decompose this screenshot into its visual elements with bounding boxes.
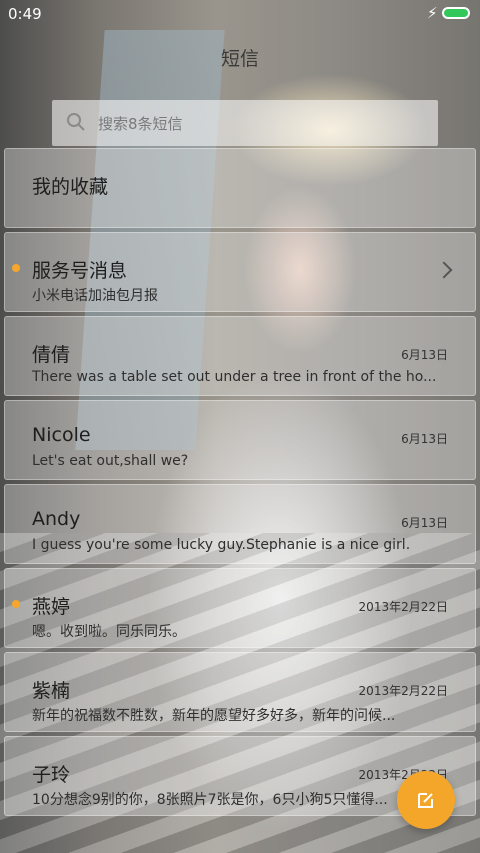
bolt-icon: ⚡ [427, 4, 438, 22]
page-title: 短信 [220, 48, 259, 70]
message-preview: 10分想念9别的你，8张照片7张是你，6只小狗5只懂得... [32, 792, 388, 808]
contact-name: Nicole [32, 424, 91, 446]
message-date: 6月13日 [401, 348, 448, 362]
message-preview: 新年的祝福数不胜数，新年的愿望好多好多，新年的问候... [32, 708, 396, 724]
status-bar: 0:49 ⚡ [0, 0, 480, 28]
list-item[interactable]: 倩倩 6月13日 There was a table set out under… [4, 316, 476, 396]
contact-name: 倩倩 [32, 344, 71, 366]
compose-icon [418, 793, 433, 808]
list-item[interactable]: Nicole 6月13日 Let's eat out,shall we? [4, 400, 476, 480]
unread-dot [12, 600, 20, 608]
battery-icon [442, 7, 470, 19]
list-item[interactable]: Andy 6月13日 I guess you're some lucky guy… [4, 484, 476, 564]
contact-name: 燕婷 [32, 596, 71, 618]
search-placeholder: 搜索8条短信 [98, 115, 183, 133]
message-preview: 小米电话加油包月报 [32, 288, 158, 304]
search-input[interactable]: 搜索8条短信 [52, 100, 438, 146]
search-icon [67, 113, 85, 131]
chevron-right-icon [435, 261, 453, 279]
message-preview: 嗯。收到啦。同乐同乐。 [32, 624, 186, 640]
message-date: 6月13日 [401, 516, 448, 530]
contact-name: Andy [32, 508, 81, 530]
list-item[interactable]: 我的收藏 [4, 148, 476, 228]
message-date: 2013年2月22日 [358, 684, 448, 698]
compose-button[interactable] [397, 771, 455, 829]
message-preview: I guess you're some lucky guy.Stephanie … [32, 537, 411, 553]
status-time: 0:49 [8, 5, 42, 23]
list-item[interactable]: 紫楠 2013年2月22日 新年的祝福数不胜数，新年的愿望好多好多，新年的问候.… [4, 652, 476, 732]
contact-name: 服务号消息 [32, 260, 128, 282]
message-date: 6月13日 [401, 432, 448, 446]
contact-name: 紫楠 [32, 680, 71, 702]
message-preview: Let's eat out,shall we? [32, 453, 189, 469]
list-item[interactable]: 服务号消息 小米电话加油包月报 [4, 232, 476, 312]
message-preview: There was a table set out under a tree i… [32, 369, 437, 385]
contact-name: 我的收藏 [32, 176, 109, 198]
message-date: 2013年2月22日 [358, 600, 448, 614]
list-item[interactable]: 燕婷 2013年2月22日 嗯。收到啦。同乐同乐。 [4, 568, 476, 648]
contact-name: 子玲 [32, 764, 71, 786]
unread-dot [12, 264, 20, 272]
